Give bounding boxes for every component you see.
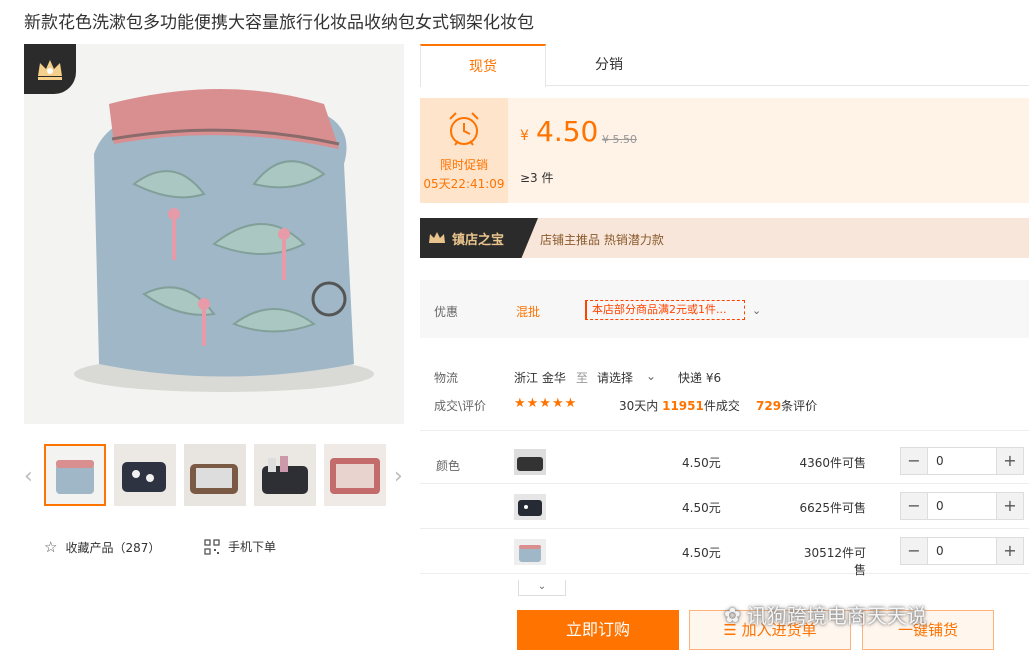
sku-price: 4.50元 — [682, 456, 721, 470]
sku-stock: 6625件可售 — [799, 501, 866, 515]
reviews-count: 729 — [756, 399, 782, 413]
flash-sale-label: 限时促销 — [439, 158, 488, 172]
alarm-clock-icon — [449, 112, 479, 146]
bag-thumb-icon — [514, 539, 546, 565]
reviews-summary[interactable]: 729条评价 — [756, 397, 817, 414]
product-title: 新款花色洗漱包多功能便携大容量旅行化妆品收纳包女式钢架化妆包 — [24, 13, 534, 33]
decrement-button[interactable]: − — [901, 448, 927, 474]
thumbnail-4[interactable] — [254, 444, 316, 506]
sku-thumbnail[interactable] — [514, 539, 546, 565]
quantity-input[interactable]: 0 — [927, 448, 997, 474]
promotion-row: 优惠 混批 本店部分商品满2元或1件... ⌄ — [420, 280, 1029, 338]
bag-thumb-icon — [324, 444, 386, 506]
to-label: 至 — [576, 371, 589, 385]
bag-thumb-icon — [184, 444, 246, 506]
thumbnail-strip: ‹ › — [24, 444, 404, 508]
bag-thumb-icon — [254, 444, 316, 506]
bag-thumb-icon — [514, 449, 546, 475]
deals-summary[interactable]: 30天内 11951件成交 — [619, 397, 740, 414]
decrement-button[interactable]: − — [901, 493, 927, 519]
treasure-badge: 镇店之宝 — [420, 218, 538, 258]
quantity-stepper: − 0 + — [900, 447, 1024, 475]
promotion-label: 优惠 — [434, 305, 459, 319]
sku-stock: 4360件可售 — [799, 456, 866, 470]
offer-tabs: 现货 分销 — [420, 44, 1029, 87]
wechat-icon: ✿ — [724, 602, 741, 627]
chevron-down-icon[interactable]: ⌄ — [646, 369, 656, 383]
destination-select[interactable]: 请选择 — [597, 369, 633, 386]
thumbnail-3[interactable] — [184, 444, 246, 506]
quantity-stepper: − 0 + — [900, 537, 1024, 565]
chevron-down-icon[interactable]: ⌄ — [752, 304, 761, 317]
quantity-input[interactable]: 0 — [927, 493, 997, 519]
deals-prefix: 30天内 — [619, 399, 659, 413]
deals-count: 11951 — [662, 399, 704, 413]
rating-stars: ★★★★★ — [514, 396, 578, 411]
bag-thumb-icon — [46, 446, 104, 504]
crown-icon — [38, 60, 62, 80]
sku-price: 4.50元 — [682, 501, 721, 515]
treasure-badge-label: 镇店之宝 — [452, 232, 505, 248]
mixed-wholesale-link[interactable]: 混批 — [516, 303, 540, 320]
star-icon: ☆ — [44, 538, 58, 556]
sku-stock: 30512件可售 — [803, 546, 866, 577]
favorite-label: 收藏产品（287） — [65, 540, 161, 555]
origin-city: 浙江 金华 — [514, 371, 566, 385]
chevron-left-icon[interactable]: ‹ — [24, 464, 33, 489]
sku-row: 4.50元 4360件可售 − 0 + — [420, 439, 1029, 484]
favorite-button[interactable]: ☆ 收藏产品（287） — [44, 538, 160, 556]
bag-thumb-icon — [514, 494, 546, 520]
brand-badge — [24, 44, 76, 94]
coupon-tag[interactable]: 本店部分商品满2元或1件... — [585, 300, 745, 320]
expand-more-button[interactable]: ⌄ — [518, 580, 566, 596]
thumbnail-5[interactable] — [324, 444, 386, 506]
price-panel: 限时促销 05天22:41:09 ¥ 4.50 ¥ 5.50 ≥3 件 — [420, 98, 1029, 203]
tab-spot[interactable]: 现货 — [420, 44, 546, 87]
sku-thumbnail[interactable] — [514, 494, 546, 520]
shipping-fee: 快递 ¥6 — [678, 371, 722, 385]
store-treasure-banner: 镇店之宝 店铺主推品 热销潜力款 — [420, 218, 1029, 258]
logistics-label: 物流 — [434, 371, 459, 385]
mobile-order-button[interactable]: 手机下单 — [204, 538, 276, 555]
watermark-text: 讯狗跨境电商天天说 — [746, 604, 927, 628]
quantity-stepper: − 0 + — [900, 492, 1024, 520]
cosmetic-bag-image — [24, 44, 404, 424]
trade-label: 成交\评价 — [434, 399, 487, 413]
bag-thumb-icon — [114, 444, 176, 506]
main-product-image[interactable] — [24, 44, 404, 424]
reviews-suffix: 条评价 — [781, 399, 818, 413]
sku-thumbnail[interactable] — [514, 449, 546, 475]
quantity-input[interactable]: 0 — [927, 538, 997, 564]
mobile-order-label: 手机下单 — [228, 540, 277, 554]
chevron-right-icon[interactable]: › — [394, 464, 403, 489]
crown-icon — [429, 232, 445, 243]
sku-table: 颜色 4.50元 4360件可售 − 0 + 4.50元 6625件可售 − 0… — [420, 430, 1029, 585]
chevron-down-icon: ⌄ — [537, 581, 547, 592]
tab-distribution[interactable]: 分销 — [546, 44, 672, 86]
thumbnail-1[interactable] — [44, 444, 106, 506]
minimum-order: ≥3 件 — [520, 171, 554, 185]
currency-symbol: ¥ — [520, 128, 529, 144]
qrcode-icon — [204, 538, 220, 555]
thumbnail-2[interactable] — [114, 444, 176, 506]
order-now-button[interactable]: 立即订购 — [517, 610, 679, 650]
increment-button[interactable]: + — [997, 538, 1023, 564]
flash-sale-cell: 限时促销 05天22:41:09 — [420, 98, 508, 203]
current-price: 4.50 — [536, 115, 599, 148]
increment-button[interactable]: + — [997, 448, 1023, 474]
countdown-timer: 05天22:41:09 — [423, 177, 505, 191]
original-price: ¥ 5.50 — [602, 133, 637, 146]
watermark: ✿ 讯狗跨境电商天天说 — [724, 600, 927, 629]
sku-row: 4.50元 6625件可售 − 0 + — [420, 484, 1029, 529]
sku-price: 4.50元 — [682, 546, 721, 560]
decrement-button[interactable]: − — [901, 538, 927, 564]
deals-suffix: 件成交 — [703, 399, 740, 413]
treasure-text: 店铺主推品 热销潜力款 — [540, 233, 664, 247]
increment-button[interactable]: + — [997, 493, 1023, 519]
sku-row: 4.50元 30512件可售 − 0 + — [420, 529, 1029, 577]
